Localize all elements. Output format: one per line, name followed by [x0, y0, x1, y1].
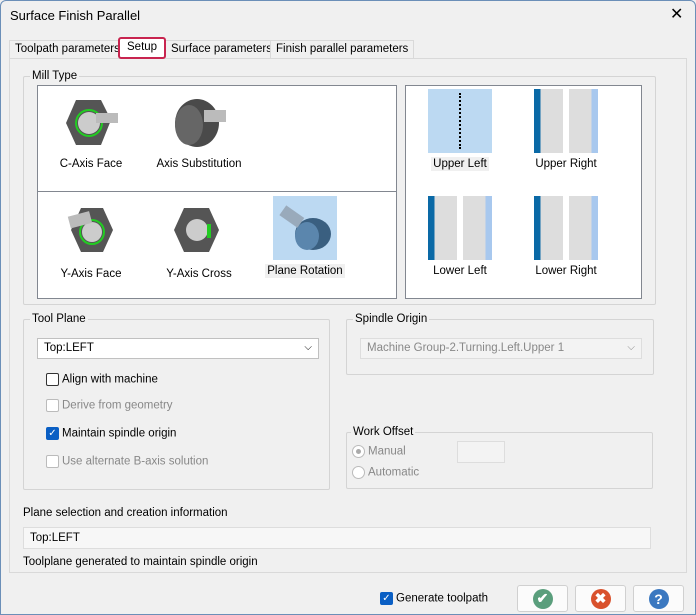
help-icon: ?	[648, 588, 669, 609]
plane-rotation-label: Plane Rotation	[265, 264, 345, 278]
mill-type-axis-substitution[interactable]: Axis Substitution	[144, 95, 254, 171]
cancel-button[interactable]: ✖	[575, 585, 626, 612]
generate-toolpath-checkbox[interactable]: ✓ Generate toolpath	[380, 592, 488, 605]
y-axis-face-label: Y-Axis Face	[60, 268, 122, 280]
alternate-b-axis-checkbox[interactable]: Use alternate B-axis solution	[46, 455, 208, 468]
tab-toolpath-parameters[interactable]: Toolpath parameters	[9, 40, 126, 59]
automatic-radio[interactable]: Automatic	[352, 466, 419, 479]
align-label: Align with machine	[62, 373, 158, 386]
manual-label: Manual	[368, 445, 406, 458]
plane-rotation-icon	[279, 205, 331, 250]
y-axis-cross-label: Y-Axis Cross	[166, 268, 232, 280]
close-button[interactable]: ✕	[670, 4, 683, 24]
divider	[38, 191, 396, 192]
upper-right-label: Upper Right	[535, 158, 597, 170]
plane-info-field: Top:LEFT	[23, 527, 651, 549]
tab-surface-parameters[interactable]: Surface parameters	[165, 40, 278, 59]
align-with-machine-checkbox[interactable]: Align with machine	[46, 373, 158, 386]
upper-left-icon	[428, 89, 492, 153]
y-axis-face-icon	[67, 208, 113, 252]
generate-toolpath-label: Generate toolpath	[396, 592, 489, 605]
tab-setup[interactable]: Setup	[118, 37, 167, 59]
chevron-down-icon: ⌵	[304, 342, 312, 353]
mill-type-label: Mill Type	[30, 70, 80, 82]
tab-finish-parallel-parameters[interactable]: Finish parallel parameters	[270, 40, 415, 59]
help-button[interactable]: ?	[633, 585, 684, 612]
y-axis-cross-icon	[174, 208, 219, 252]
c-axis-face-icon	[66, 100, 118, 145]
manual-radio[interactable]: Manual	[352, 445, 406, 458]
checkmark-icon: ✔	[532, 588, 553, 609]
plane-info-message: Toolplane generated to maintain spindle …	[23, 556, 258, 568]
window-title: Surface Finish Parallel	[10, 8, 141, 23]
spindle-origin-label: Spindle Origin	[353, 313, 430, 325]
ok-button[interactable]: ✔	[517, 585, 568, 612]
spindle-origin-value: Machine Group-2.Turning.Left.Upper 1	[367, 342, 565, 354]
mill-type-plane-rotation[interactable]: Plane Rotation	[250, 196, 360, 278]
mill-type-y-axis-face[interactable]: Y-Axis Face	[36, 200, 146, 281]
automatic-label: Automatic	[368, 466, 420, 479]
work-offset-input[interactable]	[457, 441, 505, 463]
lower-left-label: Lower Left	[433, 265, 487, 277]
position-lower-left[interactable]: Lower Left	[405, 196, 515, 278]
close-icon: ✖	[590, 588, 611, 609]
maintain-label: Maintain spindle origin	[62, 427, 177, 440]
lower-right-label: Lower Right	[535, 265, 597, 277]
position-lower-right[interactable]: Lower Right	[511, 196, 621, 278]
derive-label: Derive from geometry	[62, 399, 173, 412]
c-axis-face-label: C-Axis Face	[59, 158, 123, 170]
mill-type-y-axis-cross[interactable]: Y-Axis Cross	[144, 200, 254, 281]
position-upper-right[interactable]: Upper Right	[511, 89, 621, 171]
spindle-origin-select[interactable]: Machine Group-2.Turning.Left.Upper 1 ⌵	[360, 338, 642, 359]
tool-plane-select[interactable]: Top:LEFT ⌵	[37, 338, 319, 359]
lower-right-icon	[534, 196, 598, 260]
chevron-down-icon: ⌵	[627, 342, 635, 353]
plane-info-label: Plane selection and creation information	[23, 507, 228, 519]
maintain-spindle-origin-checkbox[interactable]: ✓ Maintain spindle origin	[46, 427, 176, 440]
position-upper-left[interactable]: Upper Left	[405, 89, 515, 171]
lower-left-icon	[428, 196, 492, 260]
alternate-label: Use alternate B-axis solution	[62, 455, 209, 468]
derive-from-geometry-checkbox[interactable]: Derive from geometry	[46, 399, 173, 412]
tool-plane-value: Top:LEFT	[44, 342, 94, 354]
tool-plane-label: Tool Plane	[30, 313, 88, 325]
work-offset-label: Work Offset	[351, 426, 416, 438]
upper-right-icon	[534, 89, 598, 153]
mill-type-c-axis-face[interactable]: C-Axis Face	[36, 95, 146, 171]
upper-left-label: Upper Left	[431, 157, 489, 171]
axis-substitution-label: Axis Substitution	[156, 158, 242, 170]
axis-substitution-icon	[175, 99, 226, 147]
